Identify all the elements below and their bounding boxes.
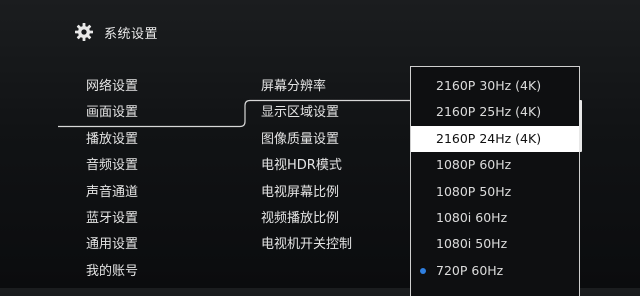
menu-item-account[interactable]: 我的账号 [86, 259, 138, 285]
picture-submenu: 屏幕分辨率 显示区域设置 图像质量设置 电视HDR模式 电视屏幕比例 视频播放比… [261, 74, 352, 259]
menu-item-general[interactable]: 通用设置 [86, 232, 138, 258]
resolution-option-focused[interactable]: 2160P 24Hz (4K) [411, 125, 579, 153]
resolution-option-label: 720P 60Hz [436, 262, 504, 278]
menu-item-picture[interactable]: 画面设置 [86, 100, 138, 126]
gear-icon [74, 22, 94, 42]
resolution-option[interactable]: 2160P 25Hz (4K) [411, 99, 579, 125]
page-title: 系统设置 [104, 26, 159, 42]
menu-item-network[interactable]: 网络设置 [86, 74, 138, 100]
submenu-item-image-quality[interactable]: 图像质量设置 [261, 127, 352, 153]
resolution-option[interactable]: 1080i 50Hz [411, 231, 579, 257]
menu-item-sound-channel[interactable]: 声音通道 [86, 180, 138, 206]
dropdown-scrollbar[interactable] [579, 100, 582, 152]
submenu-item-display-area[interactable]: 显示区域设置 [261, 100, 352, 126]
resolution-option[interactable]: 2160P 30Hz (4K) [411, 73, 579, 99]
submenu-item-screen-ratio[interactable]: 电视屏幕比例 [261, 180, 352, 206]
settings-menu: 网络设置 画面设置 播放设置 音频设置 声音通道 蓝牙设置 通用设置 我的账号 [86, 74, 138, 285]
menu-item-playback[interactable]: 播放设置 [86, 127, 138, 153]
submenu-item-tv-power-control[interactable]: 电视机开关控制 [261, 232, 352, 258]
resolution-dropdown: 2160P 30Hz (4K) 2160P 25Hz (4K) 2160P 24… [410, 66, 580, 296]
submenu-item-video-ratio[interactable]: 视频播放比例 [261, 206, 352, 232]
resolution-option[interactable]: 1080i 60Hz [411, 205, 579, 231]
resolution-option[interactable]: 1080P 50Hz [411, 179, 579, 205]
current-selection-dot-icon [420, 267, 426, 274]
menu-item-audio[interactable]: 音频设置 [86, 153, 138, 179]
submenu-item-resolution[interactable]: 屏幕分辨率 [261, 74, 352, 100]
submenu-item-hdr-mode[interactable]: 电视HDR模式 [261, 153, 352, 179]
menu-item-bluetooth[interactable]: 蓝牙设置 [86, 206, 138, 232]
resolution-option-current[interactable]: 720P 60Hz [411, 258, 579, 284]
settings-header: 系统设置 [74, 20, 158, 44]
resolution-option[interactable]: 1080P 60Hz [411, 152, 579, 178]
